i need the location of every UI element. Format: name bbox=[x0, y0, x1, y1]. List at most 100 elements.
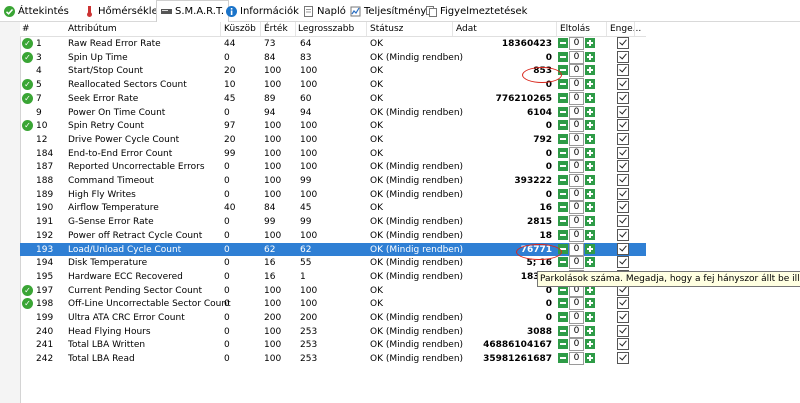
enabled-checkbox[interactable] bbox=[617, 201, 629, 214]
decrease-offset-button[interactable] bbox=[558, 161, 568, 172]
increase-offset-button[interactable] bbox=[585, 298, 595, 309]
offset-value[interactable]: 0 bbox=[569, 132, 584, 146]
increase-offset-button[interactable] bbox=[585, 353, 595, 364]
enabled-checkbox[interactable] bbox=[617, 91, 629, 104]
decrease-offset-button[interactable] bbox=[558, 133, 568, 144]
header-data[interactable]: Adat bbox=[456, 24, 477, 34]
increase-offset-button[interactable] bbox=[585, 229, 595, 240]
table-row[interactable]: 199 Ultra ATA CRC Error Count 0 200 200 OK (M… bbox=[20, 311, 646, 325]
decrease-offset-button[interactable] bbox=[558, 120, 568, 131]
increase-offset-button[interactable] bbox=[585, 38, 595, 48]
enabled-checkbox[interactable] bbox=[617, 242, 629, 255]
tab-warnings[interactable]: Figyelmeztetések bbox=[426, 2, 527, 20]
decrease-offset-button[interactable] bbox=[558, 202, 568, 213]
offset-value[interactable]: 0 bbox=[569, 242, 584, 256]
enabled-checkbox[interactable] bbox=[617, 160, 629, 173]
offset-value[interactable]: 0 bbox=[569, 105, 584, 119]
header-threshold[interactable]: Küszöb bbox=[224, 24, 256, 34]
offset-value[interactable]: 0 bbox=[569, 50, 584, 64]
offset-value[interactable]: 0 bbox=[569, 201, 584, 215]
decrease-offset-button[interactable] bbox=[558, 298, 568, 309]
increase-offset-button[interactable] bbox=[585, 188, 595, 199]
enabled-checkbox[interactable] bbox=[617, 228, 629, 241]
header-status[interactable]: Státusz bbox=[370, 24, 403, 34]
table-row[interactable]: 242 Total LBA Read 0 100 253 OK (Mindig rendb… bbox=[20, 352, 646, 366]
offset-value[interactable]: 0 bbox=[569, 160, 584, 174]
decrease-offset-button[interactable] bbox=[558, 353, 568, 364]
table-row[interactable]: 191 G-Sense Error Rate 0 99 99 OK (Mindig ren… bbox=[20, 215, 646, 229]
offset-value[interactable]: 0 bbox=[569, 311, 584, 324]
tab-log[interactable]: Napló bbox=[303, 2, 346, 20]
enabled-checkbox[interactable] bbox=[617, 105, 629, 118]
offset-value[interactable]: 0 bbox=[569, 187, 584, 201]
header-offset[interactable]: Eltolás bbox=[560, 24, 590, 34]
tab-performance[interactable]: Teljesítmény bbox=[350, 2, 426, 20]
increase-offset-button[interactable] bbox=[585, 339, 595, 350]
decrease-offset-button[interactable] bbox=[558, 257, 568, 268]
increase-offset-button[interactable] bbox=[585, 65, 595, 76]
increase-offset-button[interactable] bbox=[585, 161, 595, 172]
table-row[interactable]: 184 End-to-End Error Count 99 100 100 OK 0 0 bbox=[20, 146, 646, 161]
offset-value[interactable]: 0 bbox=[569, 37, 584, 50]
offset-value[interactable]: 0 bbox=[569, 352, 584, 366]
decrease-offset-button[interactable] bbox=[558, 51, 568, 62]
table-row[interactable]: 190 Airflow Temperature 40 84 45 OK 16 0 bbox=[20, 201, 646, 215]
increase-offset-button[interactable] bbox=[585, 202, 595, 213]
decrease-offset-button[interactable] bbox=[558, 325, 568, 336]
decrease-offset-button[interactable] bbox=[558, 188, 568, 199]
enabled-checkbox[interactable] bbox=[617, 187, 629, 200]
increase-offset-button[interactable] bbox=[585, 312, 595, 322]
offset-value[interactable]: 0 bbox=[569, 146, 584, 160]
offset-value[interactable]: 0 bbox=[569, 256, 584, 270]
table-row[interactable]: ✓ 198 Off-Line Uncorrectable Sector Count 0… bbox=[20, 297, 646, 311]
increase-offset-button[interactable] bbox=[585, 243, 595, 254]
increase-offset-button[interactable] bbox=[585, 106, 595, 117]
decrease-offset-button[interactable] bbox=[558, 312, 568, 322]
table-row[interactable]: ✓ 7 Seek Error Rate 45 89 60 OK 776210265 0 bbox=[20, 91, 646, 106]
table-row[interactable]: ✓ 10 Spin Retry Count 97 100 100 OK 0 0 bbox=[20, 119, 646, 133]
header-enabled[interactable]: Enge... bbox=[610, 24, 641, 34]
increase-offset-button[interactable] bbox=[585, 325, 595, 336]
offset-value[interactable]: 0 bbox=[569, 91, 584, 105]
increase-offset-button[interactable] bbox=[585, 216, 595, 227]
decrease-offset-button[interactable] bbox=[558, 38, 568, 48]
enabled-checkbox[interactable] bbox=[617, 37, 629, 49]
table-row[interactable]: 188 Command Timeout 0 100 99 OK (Mindig rendb… bbox=[20, 174, 646, 188]
header-worst[interactable]: Legrosszabb bbox=[298, 24, 354, 34]
increase-offset-button[interactable] bbox=[585, 257, 595, 268]
header-value[interactable]: Érték bbox=[264, 24, 288, 34]
offset-value[interactable]: 0 bbox=[569, 297, 584, 311]
enabled-checkbox[interactable] bbox=[617, 215, 629, 228]
enabled-checkbox[interactable] bbox=[617, 311, 629, 323]
increase-offset-button[interactable] bbox=[585, 51, 595, 62]
decrease-offset-button[interactable] bbox=[558, 229, 568, 240]
table-row[interactable]: ✓ 3 Spin Up Time 0 84 83 OK (Mindig rendben) 0 0 bbox=[20, 50, 646, 65]
enabled-checkbox[interactable] bbox=[617, 297, 629, 310]
enabled-checkbox[interactable] bbox=[617, 338, 629, 351]
table-row[interactable]: 189 High Fly Writes 0 100 100 OK (Mindig rend… bbox=[20, 187, 646, 202]
enabled-checkbox[interactable] bbox=[617, 324, 629, 337]
enabled-checkbox[interactable] bbox=[617, 352, 629, 365]
header-hash[interactable]: # bbox=[22, 24, 30, 34]
decrease-offset-button[interactable] bbox=[558, 175, 568, 185]
decrease-offset-button[interactable] bbox=[558, 216, 568, 227]
decrease-offset-button[interactable] bbox=[558, 106, 568, 117]
increase-offset-button[interactable] bbox=[585, 79, 595, 90]
enabled-checkbox[interactable] bbox=[617, 119, 629, 132]
enabled-checkbox[interactable] bbox=[617, 132, 629, 145]
enabled-checkbox[interactable] bbox=[617, 64, 629, 77]
increase-offset-button[interactable] bbox=[585, 92, 595, 103]
offset-value[interactable]: 0 bbox=[569, 228, 584, 242]
decrease-offset-button[interactable] bbox=[558, 79, 568, 90]
offset-value[interactable]: 0 bbox=[569, 119, 584, 133]
offset-value[interactable]: 0 bbox=[569, 215, 584, 229]
offset-value[interactable]: 0 bbox=[569, 64, 584, 78]
offset-value[interactable]: 0 bbox=[569, 338, 584, 352]
offset-value[interactable]: 0 bbox=[569, 78, 584, 92]
offset-value[interactable]: 0 bbox=[569, 174, 584, 187]
header-attribute[interactable]: Attribútum bbox=[68, 24, 117, 34]
enabled-checkbox[interactable] bbox=[617, 78, 629, 91]
table-row[interactable]: 192 Power off Retract Cycle Count 0 100 100 O… bbox=[20, 228, 646, 243]
table-row[interactable]: 240 Head Flying Hours 0 100 253 OK (Mindig re… bbox=[20, 324, 646, 339]
enabled-checkbox[interactable] bbox=[617, 256, 629, 269]
